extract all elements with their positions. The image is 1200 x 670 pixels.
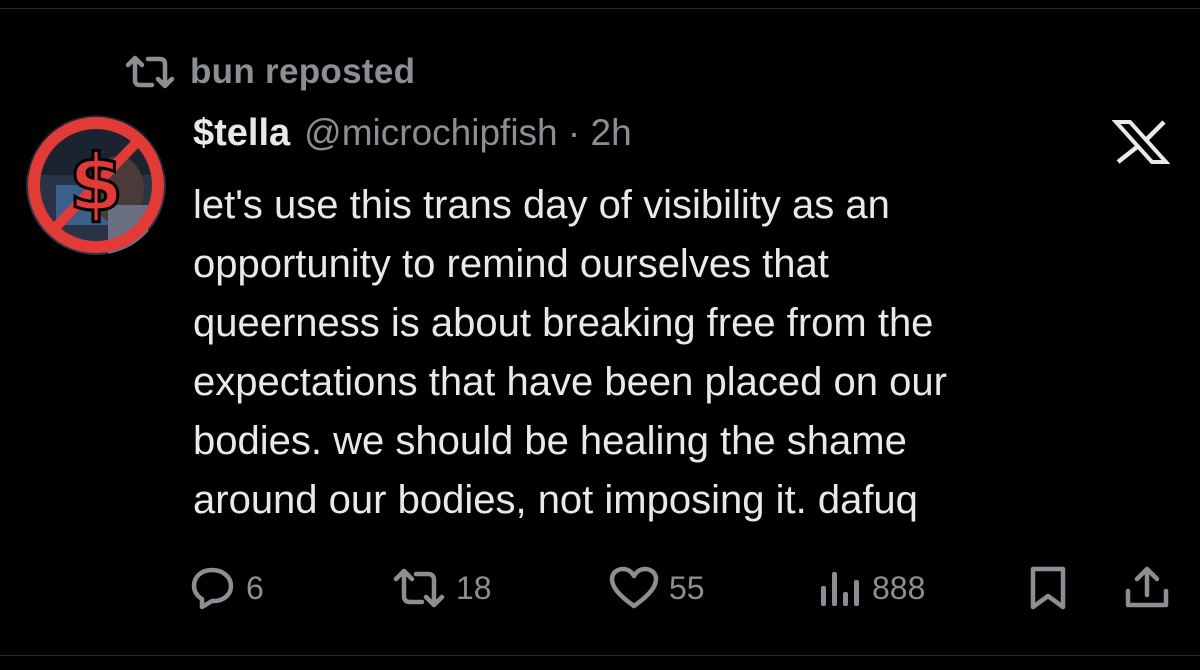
reply-icon xyxy=(190,566,236,610)
views-icon xyxy=(818,568,862,608)
top-divider xyxy=(0,8,1200,9)
handle-and-time[interactable]: @microchipfish · 2h xyxy=(304,112,632,154)
avatar[interactable]: $ xyxy=(26,115,166,255)
repost-button[interactable]: 18 xyxy=(392,560,492,616)
share-icon xyxy=(1124,566,1170,610)
repost-icon xyxy=(124,54,176,90)
repost-icon xyxy=(392,568,446,608)
bookmark-button[interactable] xyxy=(1028,560,1068,616)
repost-label[interactable]: bun reposted xyxy=(190,52,415,92)
repost-context: bun reposted xyxy=(124,50,415,94)
heart-icon xyxy=(609,566,659,610)
share-button[interactable] xyxy=(1124,560,1170,616)
x-logo-icon xyxy=(1111,120,1171,164)
views-count: 888 xyxy=(872,569,926,606)
tweet-actions: 6 18 55 888 xyxy=(0,560,1200,616)
like-count: 55 xyxy=(669,569,705,606)
display-name[interactable]: $tella xyxy=(193,112,290,155)
views-button[interactable]: 888 xyxy=(818,560,925,616)
svg-text:$: $ xyxy=(69,139,123,229)
tweet-header: $tella @microchipfish · 2h xyxy=(193,112,632,162)
reply-count: 6 xyxy=(246,569,264,606)
bookmark-icon xyxy=(1028,566,1068,610)
like-button[interactable]: 55 xyxy=(609,560,705,616)
repost-count: 18 xyxy=(456,569,492,606)
bottom-divider xyxy=(0,655,1200,656)
reply-button[interactable]: 6 xyxy=(190,560,264,616)
tweet-text: let's use this trans day of visibility a… xyxy=(193,183,947,522)
